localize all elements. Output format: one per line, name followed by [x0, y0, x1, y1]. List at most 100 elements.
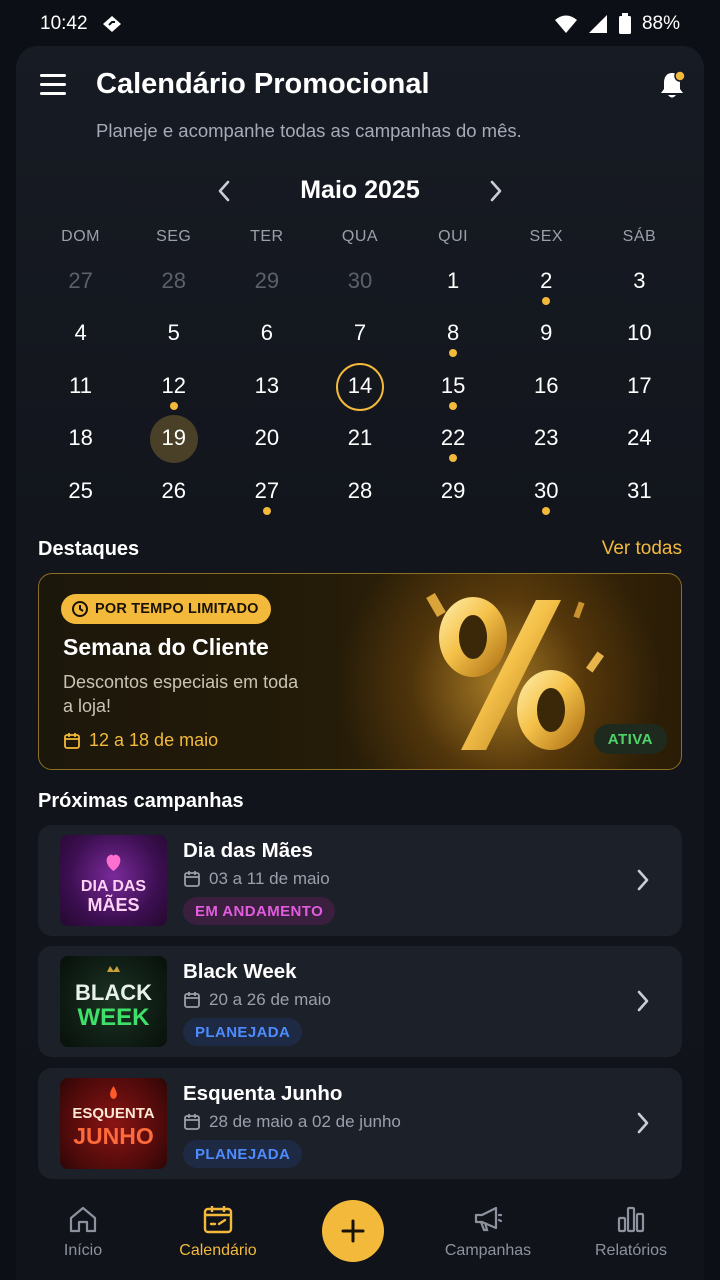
status-bar: 10:42 88% — [0, 0, 720, 48]
badge-label: POR TEMPO LIMITADO — [95, 601, 259, 617]
day-number: 15 — [440, 372, 466, 398]
notification-icon — [102, 15, 122, 33]
next-month-button[interactable] — [482, 178, 508, 204]
calendar-day[interactable]: 2 — [500, 256, 593, 308]
flame-icon — [110, 1086, 117, 1099]
campaign-status-badge: PLANEJADA — [183, 1140, 303, 1168]
promo-title: Semana do Cliente — [63, 634, 269, 660]
see-all-link[interactable]: Ver todas — [602, 538, 682, 560]
calendar-day[interactable]: 12 — [127, 361, 220, 413]
calendar-day[interactable]: 16 — [500, 361, 593, 413]
campaign-dates: 20 a 26 de maio — [183, 990, 331, 1010]
calendar-day[interactable]: 23 — [500, 413, 593, 465]
calendar-day[interactable]: 30 — [313, 256, 406, 308]
calendar-day[interactable]: 28 — [127, 256, 220, 308]
day-number: 5 — [167, 320, 180, 346]
day-number: 23 — [534, 425, 559, 451]
weekday-label: TER — [250, 228, 284, 245]
calendar-day[interactable]: 13 — [220, 361, 313, 413]
weekday-label: DOM — [61, 228, 100, 245]
calendar-icon — [184, 871, 200, 887]
featured-promo-card[interactable]: POR TEMPO LIMITADO Semana do Cliente Des… — [38, 573, 682, 770]
calendar-day[interactable]: 24 — [593, 413, 686, 465]
crown-icon — [107, 966, 120, 972]
event-dot — [542, 297, 551, 305]
day-number: 25 — [68, 477, 93, 503]
calendar-day[interactable]: 9 — [500, 308, 593, 360]
calendar-day[interactable]: 27 — [220, 466, 313, 518]
limited-time-badge: POR TEMPO LIMITADO — [61, 594, 271, 624]
calendar-day[interactable]: 6 — [220, 308, 313, 360]
campaign-item-mothers-day[interactable]: DIA DAS MÃES Dia das Mães 03 a 11 de mai… — [38, 825, 682, 936]
calendar-day-today[interactable]: 14 — [313, 361, 406, 413]
calendar-day[interactable]: 31 — [593, 466, 686, 518]
calendar-day[interactable]: 11 — [34, 361, 127, 413]
day-number: 14 — [347, 372, 373, 398]
weekday-label: SEX — [529, 228, 564, 245]
page-subtitle: Planeje e acompanhe todas as campanhas d… — [96, 120, 522, 141]
event-dot — [449, 454, 458, 463]
calendar-day[interactable]: 17 — [593, 361, 686, 413]
calendar-day[interactable]: 7 — [313, 308, 406, 360]
calendar-day[interactable]: 1 — [407, 256, 500, 308]
battery-icon — [618, 13, 632, 35]
calendar-day[interactable]: 18 — [34, 413, 127, 465]
calendar-icon — [203, 1206, 233, 1234]
calendar-day[interactable]: 26 — [127, 466, 220, 518]
nav-campaigns[interactable]: Campanhas — [433, 1204, 543, 1260]
page-title: Calendário Promocional — [96, 68, 430, 100]
calendar-day[interactable]: 8 — [407, 308, 500, 360]
day-number: 4 — [74, 320, 87, 346]
heart-icon — [106, 854, 121, 871]
day-number: 19 — [161, 425, 186, 451]
notification-bell-icon[interactable] — [658, 70, 686, 100]
campaign-thumbnail: BLACK WEEK — [60, 956, 167, 1047]
calendar-day[interactable]: 27 — [34, 256, 127, 308]
day-number: 2 — [540, 268, 553, 293]
menu-icon[interactable] — [40, 74, 66, 96]
day-number: 12 — [161, 372, 186, 398]
chevron-right-icon — [632, 1110, 654, 1136]
nav-calendar[interactable]: Calendário — [163, 1204, 273, 1260]
day-number: 24 — [627, 425, 652, 451]
nav-reports[interactable]: Relatórios — [576, 1204, 686, 1260]
calendar-day[interactable]: 15 — [407, 361, 500, 413]
svg-text:BLACK: BLACK — [75, 980, 152, 1005]
app-header: Calendário Promocional — [0, 60, 720, 112]
calendar-day[interactable]: 29 — [407, 466, 500, 518]
calendar-day[interactable]: 3 — [593, 256, 686, 308]
day-number: 17 — [627, 372, 652, 398]
day-number: 13 — [254, 372, 280, 398]
campaign-name: Esquenta Junho — [183, 1082, 343, 1105]
nav-home[interactable]: Início — [28, 1204, 138, 1260]
calendar-day[interactable]: 25 — [34, 466, 127, 518]
month-navigator: Maio 2025 — [0, 170, 720, 212]
day-number: 28 — [161, 268, 186, 293]
chevron-right-icon — [632, 988, 654, 1014]
calendar-day[interactable]: 30 — [500, 466, 593, 518]
promo-date-text: 12 a 18 de maio — [89, 730, 219, 750]
calendar-day-selected[interactable]: 19 — [127, 413, 220, 465]
calendar-day[interactable]: 10 — [593, 308, 686, 360]
calendar-day[interactable]: 29 — [220, 256, 313, 308]
megaphone-icon — [474, 1206, 503, 1232]
wifi-icon — [554, 14, 578, 34]
svg-text:ESQUENTA: ESQUENTA — [72, 1105, 154, 1122]
calendar-day[interactable]: 22 — [407, 413, 500, 465]
calendar-day[interactable]: 4 — [34, 308, 127, 360]
event-dot — [169, 401, 178, 410]
campaign-item-black-week[interactable]: BLACK WEEK Black Week 20 a 26 de maio PL… — [38, 946, 682, 1057]
campaign-item-esquenta-junho[interactable]: ESQUENTA JUNHO Esquenta Junho 28 de maio… — [38, 1068, 682, 1179]
calendar-grid: 27 28 29 30 1 2 3 4 5 6 7 8 9 10 11 12 13 14 15 16 17 18 19 20 2… — [34, 256, 686, 518]
day-number: 27 — [254, 477, 280, 503]
calendar-day[interactable]: 20 — [220, 413, 313, 465]
svg-text:JUNHO: JUNHO — [73, 1123, 154, 1149]
promo-dates: 12 a 18 de maio — [63, 730, 218, 751]
bar-chart-icon — [617, 1206, 645, 1233]
add-campaign-button[interactable] — [322, 1200, 384, 1262]
day-number: 30 — [347, 268, 373, 293]
day-number: 18 — [68, 425, 93, 451]
calendar-day[interactable]: 21 — [313, 413, 406, 465]
calendar-day[interactable]: 5 — [127, 308, 220, 360]
calendar-day[interactable]: 28 — [313, 466, 406, 518]
